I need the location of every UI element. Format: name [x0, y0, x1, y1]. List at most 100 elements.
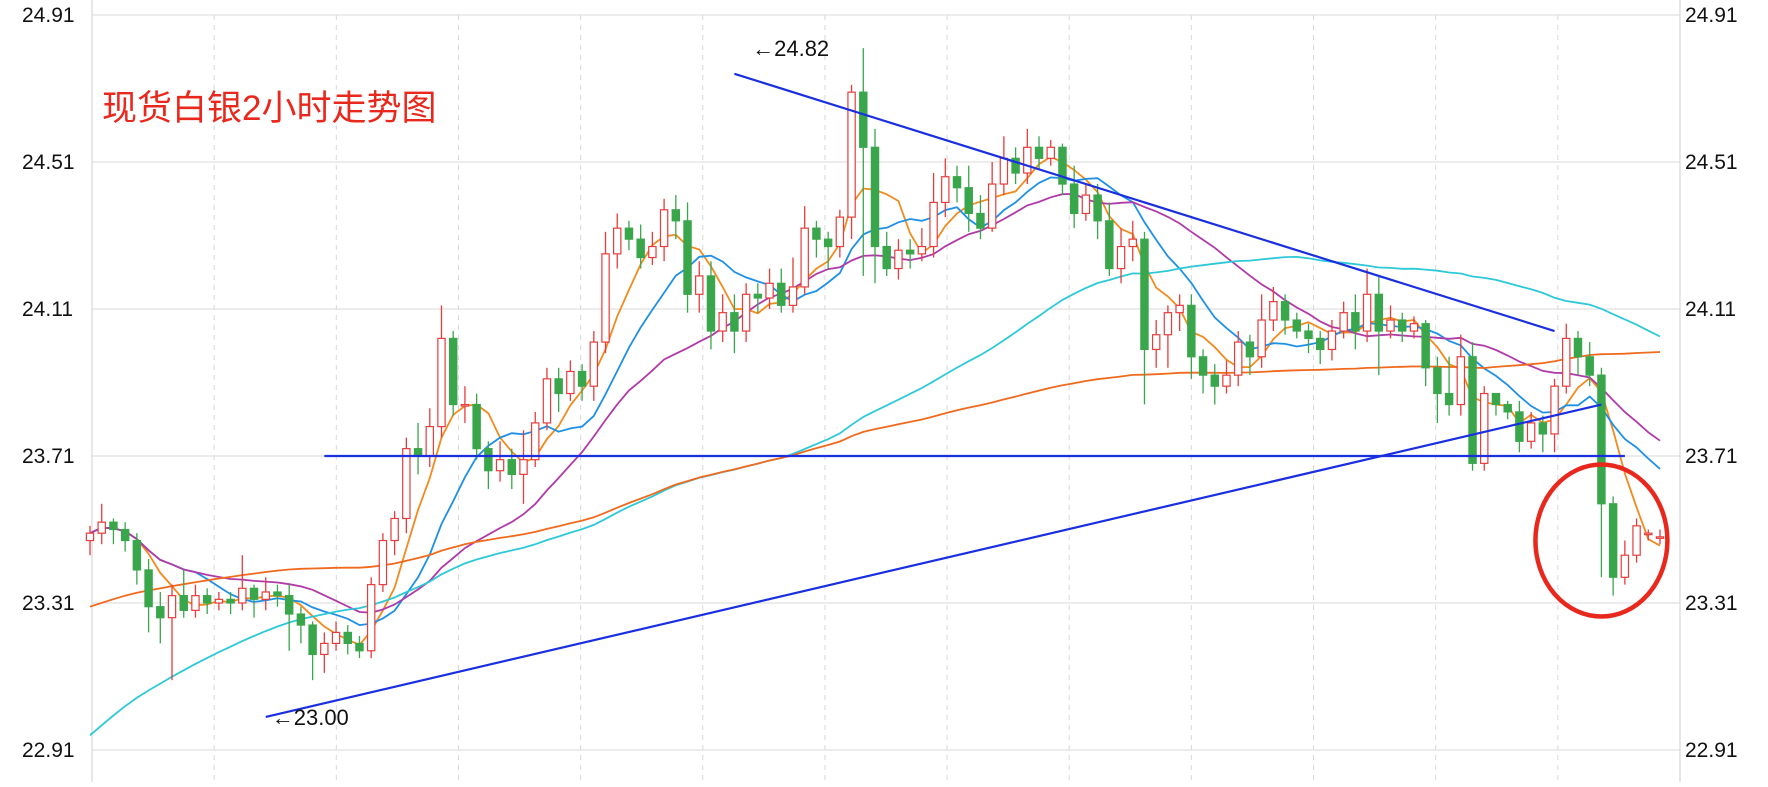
candle-down: [132, 533, 142, 585]
candle-body: [1269, 301, 1278, 321]
candle-body: [741, 293, 751, 332]
candle-body: [1562, 337, 1571, 387]
candle-body: [1140, 238, 1149, 351]
candle-body: [226, 598, 235, 604]
candle-down: [1292, 312, 1302, 339]
candle-body: [1585, 356, 1594, 376]
candle-down: [1069, 165, 1079, 229]
candle-body: [706, 275, 716, 332]
candle-body: [695, 275, 704, 295]
candle-body: [109, 521, 118, 531]
candle-down: [1315, 331, 1325, 365]
candle-up: [425, 408, 435, 468]
candle-body: [683, 220, 692, 295]
candle-body: [1573, 337, 1583, 358]
candle-down: [952, 165, 962, 203]
candle-up: [718, 294, 727, 343]
candle-body: [929, 201, 938, 248]
candle-body: [589, 341, 599, 387]
y-tick-label-right: 24.51: [1685, 151, 1738, 174]
candle-body: [1632, 525, 1641, 556]
candle-body: [214, 598, 224, 604]
y-tick-label-left: 24.51: [22, 151, 75, 174]
candle-body: [1069, 183, 1079, 215]
candle-body: [1187, 304, 1196, 358]
candle-body: [261, 591, 270, 600]
candle-body: [519, 459, 528, 475]
candle-body: [144, 569, 153, 608]
candle-up: [331, 621, 341, 651]
y-tick-label-left: 24.91: [22, 4, 75, 27]
candle-body: [308, 624, 317, 656]
candle-body: [1503, 403, 1512, 413]
candle-down: [683, 202, 692, 313]
candle-body: [1105, 220, 1114, 270]
candle-down: [624, 220, 634, 251]
candle-down: [355, 636, 364, 659]
candle-body: [296, 613, 306, 626]
candle-body: [1233, 341, 1243, 376]
candle-up: [589, 331, 599, 401]
candle-up: [788, 257, 798, 313]
candle-down: [413, 422, 423, 475]
candle-down: [1503, 400, 1512, 420]
candle-body: [777, 282, 786, 306]
candle-up: [999, 136, 1009, 196]
candlestick-chart: 24.91 24.51 24.11 23.71 23.31 22.91 24.91 24.5…: [0, 0, 1768, 782]
price-annotation: ←23.00: [272, 705, 349, 730]
chart-svg: 24.91 24.51 24.11 23.71 23.31 22.91 24.91 24.5…: [22, 0, 1738, 782]
candle-up: [97, 503, 106, 545]
candle-body: [1175, 304, 1184, 314]
candle-up: [1175, 294, 1184, 332]
y-tick-label-left: 22.91: [22, 739, 75, 762]
candle-body: [1128, 238, 1137, 248]
candle-body: [999, 157, 1009, 185]
candle-body: [1315, 337, 1325, 351]
candle-body: [507, 459, 517, 475]
ma120-line: [89, 351, 1661, 608]
candle-up: [191, 584, 200, 618]
candle-down: [1597, 367, 1606, 578]
y-tick-label-right: 24.91: [1685, 4, 1738, 27]
y-tick-label-right: 22.91: [1685, 739, 1738, 762]
candle-body: [202, 595, 212, 604]
candle-up: [1655, 529, 1665, 545]
candle-body: [554, 378, 563, 395]
candle-down: [1093, 184, 1102, 240]
candle-body: [1515, 411, 1524, 442]
candle-body: [976, 212, 985, 229]
candle-up: [366, 577, 376, 659]
candle-up: [214, 591, 224, 611]
candle-up: [1257, 294, 1266, 368]
candle-body: [1081, 194, 1091, 215]
candle-up: [566, 360, 575, 401]
candle-body: [1620, 554, 1630, 578]
candle-up: [460, 386, 470, 423]
candle-body: [624, 227, 634, 240]
candle-body: [1093, 194, 1102, 222]
candle-down: [577, 364, 587, 401]
candle-body: [1433, 367, 1442, 395]
y-axis-left: 24.91 24.51 24.11 23.71 23.31 22.91: [22, 4, 75, 762]
candle-down: [753, 283, 763, 313]
candle-up: [402, 437, 411, 534]
candle-body: [355, 642, 364, 652]
candle-body: [894, 249, 903, 270]
candle-body: [601, 253, 610, 343]
candle-down: [1515, 400, 1524, 453]
candle-body: [484, 448, 493, 472]
candle-up: [1456, 334, 1466, 416]
candle-body: [390, 517, 399, 542]
candle-body: [1468, 356, 1477, 464]
candle-up: [847, 84, 856, 240]
candle-down: [1304, 323, 1313, 354]
candle-up: [238, 555, 247, 611]
candle-up: [530, 411, 540, 468]
candle-down: [882, 231, 891, 276]
candle-body: [542, 378, 552, 424]
candle-down: [1280, 294, 1290, 335]
candle-down: [1187, 294, 1196, 379]
candle-body: [671, 209, 681, 222]
candle-body: [1362, 293, 1372, 332]
candle-body: [1210, 374, 1220, 387]
